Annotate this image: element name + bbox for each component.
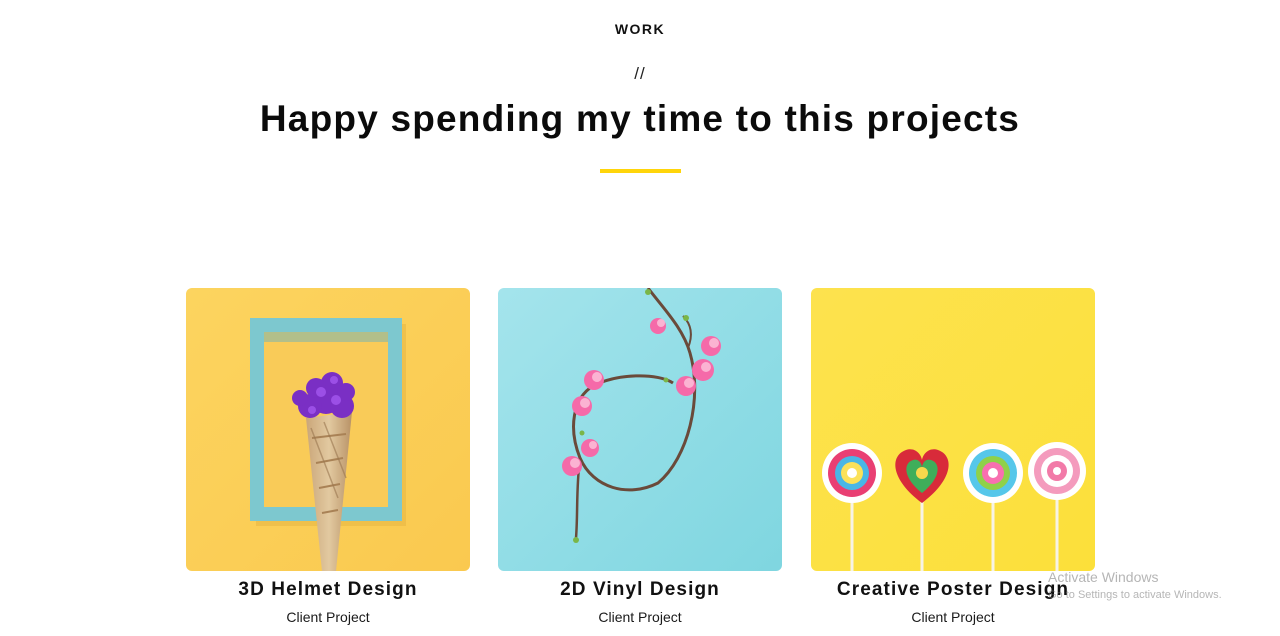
project-subtitle: Client Project	[286, 609, 370, 625]
project-subtitle: Client Project	[911, 609, 995, 625]
project-image-lollipops[interactable]	[811, 288, 1095, 571]
accent-underline	[600, 169, 681, 173]
project-card-poster[interactable]: Creative Poster Design Client Project	[811, 288, 1095, 625]
project-title[interactable]: 2D Vinyl Design	[458, 579, 822, 601]
section-eyebrow: WORK	[614, 21, 666, 37]
project-card-helmet[interactable]: 3D Helmet Design Client Project	[186, 288, 470, 625]
section-divider-text: //	[634, 64, 646, 83]
project-title[interactable]: 3D Helmet Design	[146, 579, 510, 601]
project-image-flower-wreath[interactable]	[498, 288, 782, 571]
project-image-flower-cone[interactable]	[186, 288, 470, 571]
project-card-vinyl[interactable]: 2D Vinyl Design Client Project	[498, 288, 782, 625]
section-headline: Happy spending my time to this projects	[259, 98, 1021, 139]
project-subtitle: Client Project	[598, 609, 682, 625]
work-section: WORK // Happy spending my time to this p…	[0, 0, 1280, 636]
project-title[interactable]: Creative Poster Design	[771, 579, 1135, 601]
